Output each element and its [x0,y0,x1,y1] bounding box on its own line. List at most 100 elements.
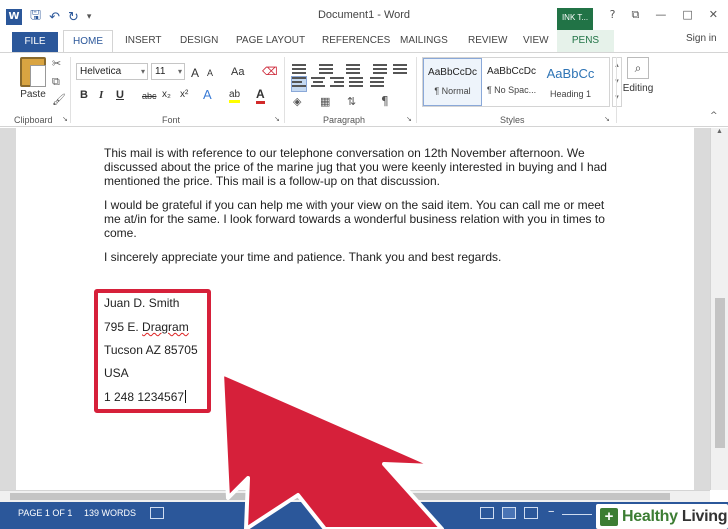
healthy-living-logo: + Healthy Living [596,504,728,529]
title-bar: W 🖫 ↶ ↻ ▾ Document1 - Word INK T... ? ⧉ … [0,0,728,30]
tab-design[interactable]: DESIGN [180,35,218,46]
font-launcher-icon[interactable]: ↘ [274,115,280,123]
text-effects-button[interactable]: A [203,87,212,102]
text-line: discussed about the price of the marine … [104,160,607,174]
font-size-value: 11 [155,66,166,77]
chevron-down-icon: ▾ [177,67,182,76]
underline-button[interactable]: U [116,89,124,101]
tab-page-layout[interactable]: PAGE LAYOUT [236,35,305,46]
styles-launcher-icon[interactable]: ↘ [604,115,610,123]
font-family-select[interactable]: Helvetica ▾ [76,63,148,80]
show-formatting-button[interactable]: ¶ [381,94,389,108]
print-layout-icon[interactable] [502,507,516,519]
word-count[interactable]: 139 WORDS [84,508,136,518]
vertical-scrollbar[interactable]: ▲ [710,128,728,490]
scroll-up-icon[interactable]: ▲ [711,128,728,135]
zoom-out-icon[interactable]: − [548,506,554,518]
italic-button[interactable]: I [99,89,103,101]
change-case-button[interactable]: Aa [231,66,244,78]
maximize-icon[interactable]: □ [682,8,692,22]
clipboard-icon [20,57,46,87]
brand-text: Healthy Living [622,508,727,526]
address-highlight-box [94,289,211,413]
editing-label: Editing [622,83,654,94]
decrease-indent-icon[interactable] [373,64,387,78]
bold-button[interactable]: B [80,89,88,101]
sort-icon[interactable]: ⇅ [347,95,356,108]
font-size-select[interactable]: 11 ▾ [151,63,185,80]
borders-icon[interactable]: ▦ [320,95,330,108]
increase-indent-icon[interactable] [393,64,407,78]
align-right-icon[interactable] [330,77,344,91]
tab-view[interactable]: VIEW [523,35,549,46]
clipboard-launcher-icon[interactable]: ↘ [62,115,68,123]
styles-group-label: Styles [500,115,525,125]
brand-word-2: Living [681,507,728,525]
ribbon-display-icon[interactable]: ⧉ [632,8,640,22]
bullets-icon[interactable] [292,64,306,78]
tab-insert[interactable]: INSERT [125,35,162,46]
body-paragraph-1[interactable]: This mail is with reference to our telep… [104,146,610,188]
paste-button[interactable]: Paste [16,57,50,100]
tab-pens[interactable]: PENS [557,30,614,52]
tab-file[interactable]: FILE [12,32,58,52]
proofing-icon[interactable] [150,507,164,519]
subscript-button[interactable]: x₂ [162,89,171,100]
paragraph-launcher-icon[interactable]: ↘ [406,115,412,123]
style-preview: AaBbCc [546,66,595,81]
vertical-scroll-thumb[interactable] [715,298,725,448]
body-paragraph-2[interactable]: I would be grateful if you can help me w… [104,198,610,240]
copy-icon[interactable]: ⧉ [52,75,60,89]
tab-review[interactable]: REVIEW [468,35,507,46]
font-color-button[interactable]: A [256,87,265,104]
help-icon[interactable]: ? [610,8,616,22]
superscript-button[interactable]: x² [180,89,188,100]
shrink-font-icon[interactable]: A [207,68,213,78]
line-spacing-icon[interactable] [370,77,384,91]
shading-icon[interactable]: ◈ [293,95,301,108]
clear-formatting-icon[interactable]: ⌫ [262,65,278,78]
align-left-icon[interactable] [291,76,307,92]
tab-mailings[interactable]: MAILINGS [400,35,448,46]
binoculars-icon: ⌕ [627,57,649,79]
close-icon[interactable]: ✕ [709,8,718,22]
multilevel-list-icon[interactable] [346,64,360,78]
tab-references[interactable]: REFERENCES [322,35,390,46]
format-painter-icon[interactable]: 🖌 [52,93,66,106]
font-family-value: Helvetica [80,66,122,77]
zoom-slider[interactable] [562,514,592,515]
highlight-button[interactable]: ab [229,89,241,103]
style-name: ¶ Normal [434,86,471,96]
styles-gallery: AaBbCcDc ¶ Normal AaBbCcDc ¶ No Spac... … [422,57,610,107]
divider [616,57,617,123]
strikethrough-button[interactable]: abc [142,91,157,101]
style-preview: AaBbCcDc [487,66,536,77]
paragraph-group-label: Paragraph [323,115,366,125]
style-heading-1[interactable]: AaBbCc Heading 1 [541,58,600,106]
tab-home[interactable]: HOME [63,30,113,53]
style-no-spacing[interactable]: AaBbCcDc ¶ No Spac... [482,58,541,106]
font-group-label: Font [162,115,181,125]
text-line: come. [104,226,137,240]
horizontal-scroll-thumb[interactable] [10,493,670,500]
grow-font-icon[interactable]: A [191,66,199,80]
horizontal-scrollbar[interactable] [0,490,710,502]
divider [284,57,285,123]
plus-icon: + [600,507,618,526]
window-controls: ? ⧉ — □ ✕ [610,8,718,22]
style-normal[interactable]: AaBbCcDc ¶ Normal [423,58,482,106]
clipboard-group-label: Clipboard [14,115,53,125]
page-count[interactable]: PAGE 1 OF 1 [18,508,72,518]
ribbon: Paste ✂ ⧉ 🖌 Clipboard ↘ Helvetica ▾ 11 ▾ A… [0,52,728,127]
justify-icon[interactable] [349,77,363,91]
editing-button[interactable]: ⌕ Editing [620,57,656,94]
web-layout-icon[interactable] [524,507,538,519]
numbering-icon[interactable] [319,64,333,78]
collapse-ribbon-icon[interactable]: ^ [710,111,718,121]
align-center-icon[interactable] [311,77,325,91]
sign-in-link[interactable]: Sign in [686,33,717,44]
cut-icon[interactable]: ✂ [52,57,61,70]
body-paragraph-3[interactable]: I sincerely appreciate your time and pat… [104,250,610,264]
minimize-icon[interactable]: — [655,8,666,22]
read-mode-icon[interactable] [480,507,494,519]
